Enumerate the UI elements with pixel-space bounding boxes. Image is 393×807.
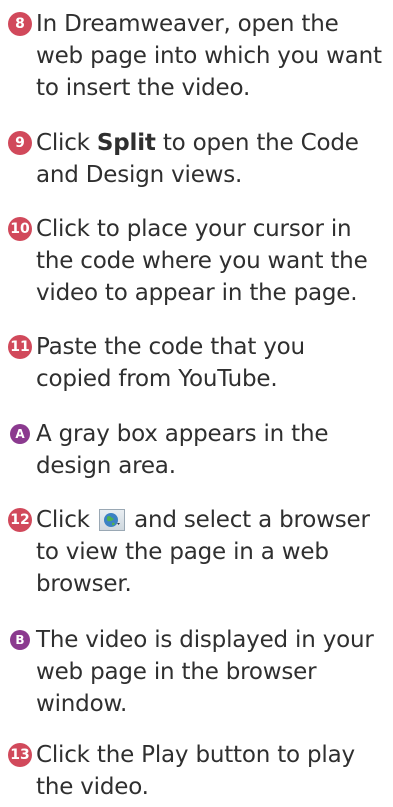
- step-text: Click the Play button to play the video.: [36, 742, 355, 800]
- callout-text: The video is displayed in your web page …: [36, 627, 374, 717]
- callout-text: A gray box appears in the design area.: [36, 421, 329, 479]
- step-text: Paste the code that you copied from YouT…: [36, 334, 305, 392]
- step-number-badge: 10: [8, 217, 32, 241]
- step-number-badge: 8: [8, 12, 32, 36]
- step-text: Click Split to open the Code and Design …: [36, 127, 386, 191]
- step-text: Click and select a browser to view the p…: [36, 504, 386, 600]
- step-number-badge: 9: [8, 131, 32, 155]
- callout-letter-badge: B: [10, 630, 30, 650]
- step-text: In Dreamweaver, open the web page into w…: [36, 11, 382, 101]
- step-number-badge: 12: [8, 508, 32, 532]
- step-text-before: Click: [36, 507, 90, 533]
- step-text-before: Click: [36, 130, 97, 156]
- globe-icon: [98, 509, 125, 531]
- step-number-badge: 11: [8, 335, 32, 359]
- split-label: Split: [96, 130, 156, 156]
- step-number-badge: 13: [8, 743, 32, 767]
- callout-letter-badge: A: [10, 424, 30, 444]
- step-text: Click to place your cursor in the code w…: [36, 216, 368, 306]
